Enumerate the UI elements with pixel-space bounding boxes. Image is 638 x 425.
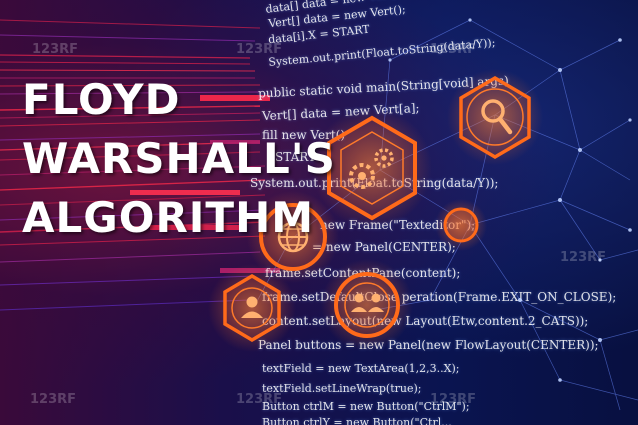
watermark: 123RF [30, 392, 77, 407]
node-icon [435, 199, 487, 251]
title-line: ALGORITHM [22, 193, 315, 242]
watermark: 123RF [236, 392, 283, 407]
hero-image: data[] data = new Vert[a]; Vert[] data =… [0, 0, 638, 425]
watermark: 123RF [236, 42, 283, 57]
watermark: 123RF [32, 42, 79, 57]
watermark: 123RF [430, 42, 477, 57]
title-line: FLOYD [22, 75, 181, 124]
watermark: 123RF [430, 392, 477, 407]
title-line: WARSHALL'S [22, 134, 336, 183]
user-icon [208, 264, 296, 352]
people-icon [321, 259, 413, 351]
page-title: FLOYD WARSHALL'S ALGORITHM [22, 70, 336, 247]
watermark: 123RF [560, 250, 607, 265]
magnifier-icon [447, 69, 543, 165]
